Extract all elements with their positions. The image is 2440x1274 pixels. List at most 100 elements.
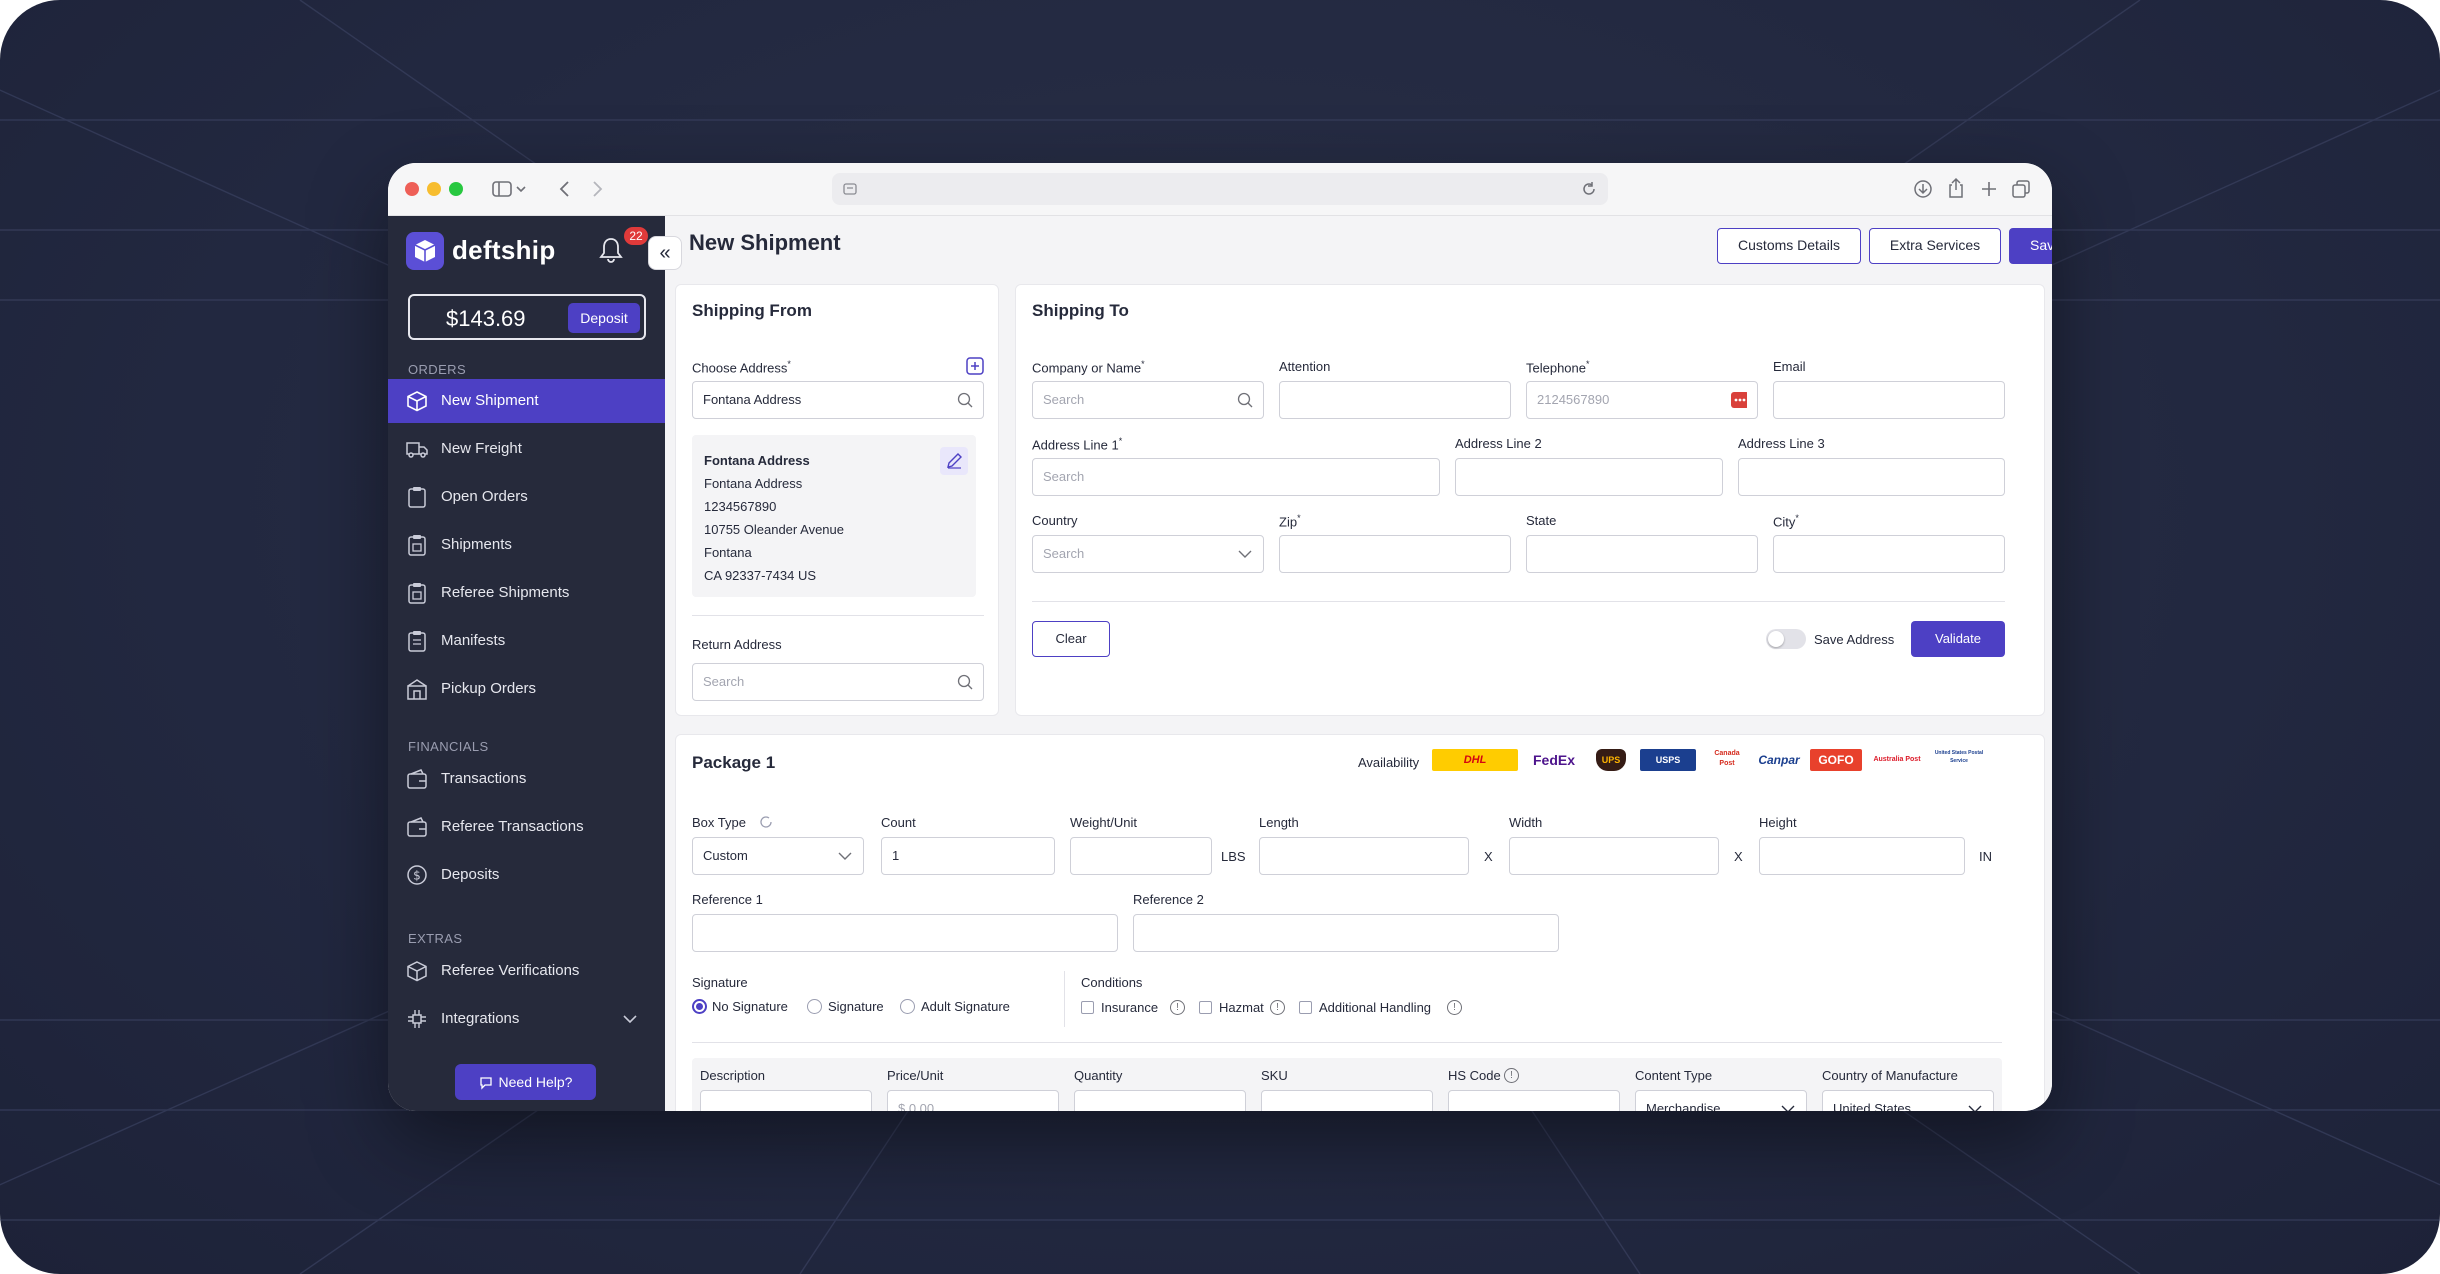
sidebar-item-label: Open Orders bbox=[441, 488, 528, 505]
extras-section-label: EXTRAS bbox=[408, 931, 463, 946]
height-input[interactable] bbox=[1759, 837, 1965, 875]
hazmat-checkbox[interactable] bbox=[1199, 1001, 1212, 1014]
content-type-select[interactable]: Merchandise bbox=[1635, 1090, 1807, 1111]
state-input[interactable] bbox=[1526, 535, 1758, 573]
hs-code-info-icon[interactable]: ! bbox=[1504, 1068, 1519, 1083]
notification-badge: 22 bbox=[624, 227, 648, 245]
search-icon bbox=[957, 674, 973, 690]
deftship-logo-icon bbox=[406, 232, 444, 270]
sidebar-item-manifests[interactable]: Manifests bbox=[388, 619, 665, 663]
chevron-down-icon[interactable] bbox=[622, 1013, 638, 1025]
signature-radio[interactable] bbox=[807, 999, 822, 1014]
length-input[interactable] bbox=[1259, 837, 1469, 875]
reference-2-input[interactable] bbox=[1133, 914, 1559, 952]
refresh-icon[interactable] bbox=[758, 814, 774, 830]
address-line-3-input[interactable] bbox=[1738, 458, 2005, 496]
validate-button[interactable]: Validate bbox=[1911, 621, 2005, 657]
sidebar-item-transactions[interactable]: Transactions bbox=[388, 757, 665, 801]
sidebar-item-referee-transactions[interactable]: Referee Transactions bbox=[388, 805, 665, 849]
price-input[interactable]: $ 0.00 bbox=[887, 1090, 1059, 1111]
sidebar-item-deposits[interactable]: $ Deposits bbox=[388, 853, 665, 897]
sidebar-item-pickup-orders[interactable]: Pickup Orders bbox=[388, 667, 665, 711]
additional-handling-checkbox[interactable] bbox=[1299, 1001, 1312, 1014]
company-input[interactable]: Search bbox=[1032, 381, 1264, 419]
reference-2-label: Reference 2 bbox=[1133, 892, 1204, 907]
box-type-select[interactable]: Custom bbox=[692, 837, 864, 875]
reload-icon[interactable] bbox=[1580, 180, 1598, 198]
attention-input[interactable] bbox=[1279, 381, 1511, 419]
collapse-sidebar-button[interactable]: « bbox=[648, 236, 682, 270]
carrier-logo-canada-post: Canada Post bbox=[1714, 750, 1740, 767]
new-tab-icon[interactable] bbox=[1979, 179, 1999, 199]
column-content-type: Content Type bbox=[1635, 1068, 1713, 1083]
chevron-down-icon bbox=[1238, 550, 1252, 558]
customs-details-button[interactable]: Customs Details bbox=[1717, 228, 1861, 264]
conditions-label: Conditions bbox=[1081, 975, 1143, 990]
add-address-icon[interactable] bbox=[966, 357, 984, 375]
sidebar-item-label: Pickup Orders bbox=[441, 680, 537, 697]
maximize-window-button[interactable] bbox=[449, 182, 463, 196]
sidebar-toggle-icon[interactable] bbox=[492, 179, 528, 199]
description-input[interactable] bbox=[700, 1090, 872, 1111]
sidebar-item-referee-shipments[interactable]: Referee Shipments bbox=[388, 571, 665, 615]
tabs-overview-icon[interactable] bbox=[2011, 179, 2031, 199]
hs-code-input[interactable] bbox=[1448, 1090, 1620, 1111]
download-icon[interactable] bbox=[1913, 179, 1933, 199]
contact-card-icon[interactable] bbox=[1731, 392, 1747, 408]
address-line-2-input[interactable] bbox=[1455, 458, 1723, 496]
back-arrow-icon[interactable] bbox=[558, 179, 572, 199]
insurance-info-icon[interactable]: ! bbox=[1170, 1000, 1185, 1015]
chevron-down-icon bbox=[1781, 1105, 1795, 1111]
hazmat-info-icon[interactable]: ! bbox=[1270, 1000, 1285, 1015]
quantity-input[interactable] bbox=[1074, 1090, 1246, 1111]
need-help-button[interactable]: Need Help? bbox=[455, 1064, 596, 1100]
country-of-manufacture-select[interactable]: United States bbox=[1822, 1090, 1994, 1111]
address-region: CA 92337-7434 US bbox=[704, 568, 817, 583]
choose-address-input[interactable]: Fontana Address bbox=[692, 381, 984, 419]
address-line-1-label: Address Line 1* bbox=[1032, 436, 1123, 453]
count-input[interactable]: 1 bbox=[881, 837, 1055, 875]
bell-icon[interactable] bbox=[598, 236, 624, 264]
share-icon[interactable] bbox=[1946, 177, 1966, 199]
divider bbox=[692, 615, 984, 616]
no-signature-radio[interactable] bbox=[692, 999, 707, 1014]
edit-address-button[interactable] bbox=[940, 447, 968, 475]
address-name: Fontana Address bbox=[704, 453, 810, 468]
save-address-toggle[interactable] bbox=[1766, 629, 1806, 649]
forward-arrow-icon[interactable] bbox=[590, 179, 604, 199]
clear-button[interactable]: Clear bbox=[1032, 621, 1110, 657]
carrier-logo-dhl: DHL bbox=[1432, 749, 1518, 771]
verify-box-icon bbox=[407, 961, 427, 982]
additional-handling-info-icon[interactable]: ! bbox=[1447, 1000, 1462, 1015]
sidebar-item-shipments[interactable]: Shipments bbox=[388, 523, 665, 567]
count-label: Count bbox=[881, 815, 916, 830]
insurance-checkbox[interactable] bbox=[1081, 1001, 1094, 1014]
minimize-window-button[interactable] bbox=[427, 182, 441, 196]
sidebar-item-new-shipment[interactable]: New Shipment bbox=[388, 379, 665, 423]
adult-signature-radio[interactable] bbox=[900, 999, 915, 1014]
weight-input[interactable] bbox=[1070, 837, 1212, 875]
truck-icon bbox=[406, 442, 428, 458]
length-label: Length bbox=[1259, 815, 1299, 830]
address-line-1-input[interactable]: Search bbox=[1032, 458, 1440, 496]
close-window-button[interactable] bbox=[405, 182, 419, 196]
sidebar-item-new-freight[interactable]: New Freight bbox=[388, 427, 665, 471]
address-bar[interactable] bbox=[832, 173, 1608, 205]
width-input[interactable] bbox=[1509, 837, 1719, 875]
sidebar-item-integrations[interactable]: Integrations bbox=[388, 997, 665, 1041]
country-select[interactable]: Search bbox=[1032, 535, 1264, 573]
extra-services-button[interactable]: Extra Services bbox=[1869, 228, 2001, 264]
reference-1-input[interactable] bbox=[692, 914, 1118, 952]
return-address-label: Return Address bbox=[692, 637, 782, 652]
deposit-button[interactable]: Deposit bbox=[568, 303, 640, 333]
telephone-input[interactable]: 2124567890 bbox=[1526, 381, 1758, 419]
sidebar-item-open-orders[interactable]: Open Orders bbox=[388, 475, 665, 519]
return-address-input[interactable]: Search bbox=[692, 663, 984, 701]
email-input[interactable] bbox=[1773, 381, 2005, 419]
integrations-icon bbox=[408, 1010, 426, 1028]
zip-input[interactable] bbox=[1279, 535, 1511, 573]
sidebar-item-referee-verifications[interactable]: Referee Verifications bbox=[388, 949, 665, 993]
save-button[interactable]: Save bbox=[2009, 228, 2052, 264]
sku-input[interactable] bbox=[1261, 1090, 1433, 1111]
city-input[interactable] bbox=[1773, 535, 2005, 573]
